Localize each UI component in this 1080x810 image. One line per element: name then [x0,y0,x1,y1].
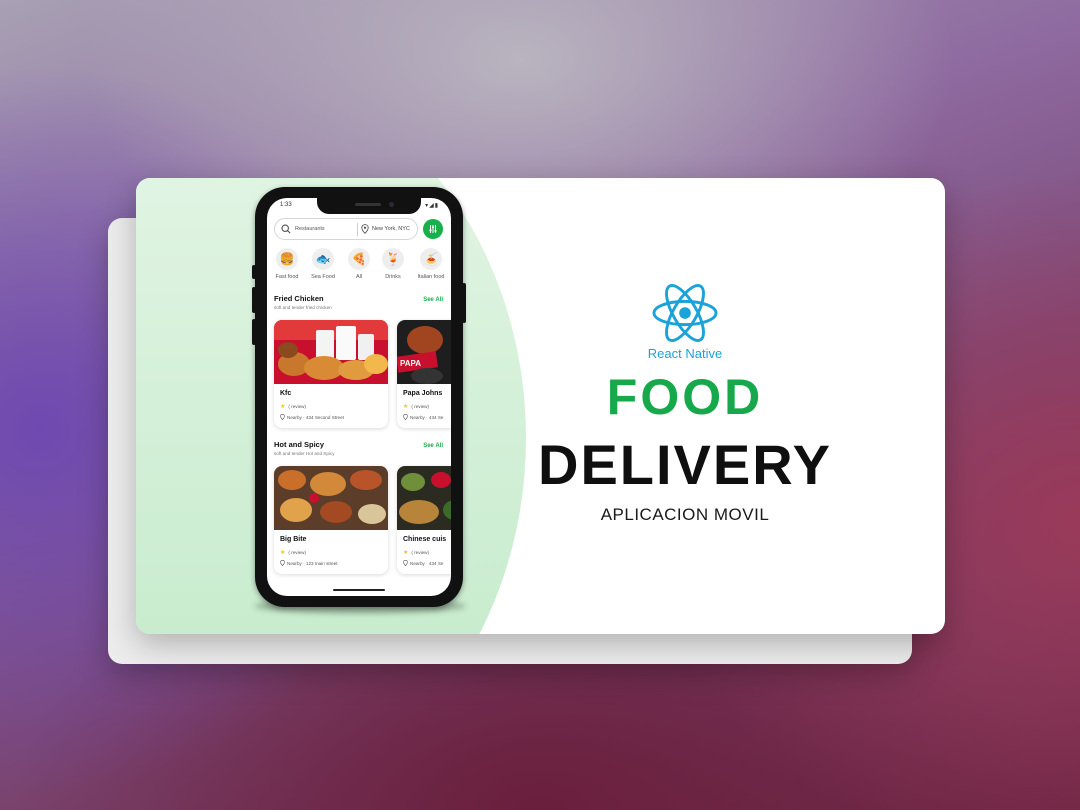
phone-mockup: 1:33 ▾◢▮ Restaurants New York, NYC 🍔 Fas… [252,187,466,607]
sliders-icon [429,225,437,233]
address-text: Nearby · 434 Se [410,561,444,566]
restaurant-address: Nearby · 123 main street [280,560,338,566]
see-all-link[interactable]: See All [423,297,443,303]
location-pin-icon [280,560,285,566]
section-title: Hot and Spicy [274,440,325,449]
restaurant-image [274,466,388,530]
home-indicator [333,589,385,591]
category-row: 🍔 Fast food 🐟 Sea Food 🍕 All 🍹 Drinks 🍝 … [267,248,451,288]
category-drinks[interactable]: 🍹 Drinks [375,248,411,280]
restaurant-rating: ★( review) [280,403,306,410]
category-label: Fast food [275,274,299,280]
section-subtitle: soft and tender Hot and Spicy [274,451,335,456]
category-sea-food[interactable]: 🐟 Sea Food [305,248,341,280]
restaurant-card[interactable]: Kfc ★( review) Nearby · 434 Second Stree… [274,320,388,428]
filter-button[interactable] [423,219,443,239]
phone-notch [317,198,421,214]
subtitle: APLICACION MOVIL [600,505,770,524]
star-icon: ★ [280,404,286,410]
rating-text: ( review) [411,404,430,409]
pizza-icon: 🍕 [348,248,370,270]
search-input[interactable]: Restaurants New York, NYC [274,218,418,240]
title-delivery: DELIVERY [538,433,832,496]
restaurant-image [397,466,451,530]
category-all[interactable]: 🍕 All [341,248,377,280]
category-label: All [355,274,363,280]
rating-text: ( review) [288,404,307,409]
restaurant-name: Papa Johns [403,390,443,397]
status-time: 1:33 [280,202,292,208]
restaurant-name: Big Bite [280,536,307,543]
star-icon: ★ [280,550,286,556]
restaurant-name: Chinese cuis [403,536,447,543]
phone-button [252,287,256,313]
app-screen: 1:33 ▾◢▮ Restaurants New York, NYC 🍔 Fas… [267,198,451,596]
restaurant-card[interactable]: PAPA Papa Johns ★( review) Nearby · 434 … [397,320,451,428]
phone-button [252,265,256,279]
restaurant-image [274,320,388,384]
search-row: Restaurants New York, NYC [274,218,444,240]
location-pin-icon [403,560,408,566]
burger-icon: 🍔 [276,248,298,270]
restaurant-rating: ★( review) [403,403,429,410]
search-icon [281,224,291,234]
see-all-link[interactable]: See All [423,443,443,449]
restaurant-image: PAPA [397,320,451,384]
status-icons: ▾◢▮ [425,203,439,209]
svg-text:PAPA: PAPA [400,359,421,368]
drink-icon: 🍹 [382,248,404,270]
search-placeholder: Restaurants [295,226,325,232]
title-food: FOOD [606,369,764,425]
restaurant-rating: ★( review) [280,549,306,556]
address-text: Nearby · 434 Second Street [287,415,344,420]
rating-text: ( review) [411,550,430,555]
category-italian-food[interactable]: 🍝 Italian food [413,248,449,280]
category-label: Sea Food [311,274,335,280]
category-fast-food[interactable]: 🍔 Fast food [269,248,305,280]
location-pin-icon [403,414,408,420]
framework-label: React Native [647,346,723,361]
rating-text: ( review) [288,550,307,555]
restaurant-card[interactable]: Big Bite ★( review) Nearby · 123 main st… [274,466,388,574]
restaurant-card[interactable]: Chinese cuis ★( review) Nearby · 434 Se [397,466,451,574]
category-label: Italian food [417,274,445,280]
phone-button [252,319,256,345]
category-label: Drinks [385,274,401,280]
restaurant-address: Nearby · 434 Se [403,414,443,420]
restaurant-address: Nearby · 434 Second Street [280,414,344,420]
address-text: Nearby · 434 Se [410,415,444,420]
location-pin-icon [361,224,369,234]
location-pin-icon [280,414,285,420]
restaurant-rating: ★( review) [403,549,429,556]
star-icon: ★ [403,550,409,556]
pasta-icon: 🍝 [420,248,442,270]
location-label: New York, NYC [372,226,410,232]
restaurant-name: Kfc [280,390,292,397]
address-text: Nearby · 123 main street [287,561,338,566]
phone-button [462,283,466,323]
section-subtitle: soft and tender fried chicken [274,305,332,310]
react-logo-icon [652,284,718,342]
star-icon: ★ [403,404,409,410]
restaurant-address: Nearby · 434 Se [403,560,443,566]
fish-icon: 🐟 [312,248,334,270]
section-title: Fried Chicken [274,294,324,303]
